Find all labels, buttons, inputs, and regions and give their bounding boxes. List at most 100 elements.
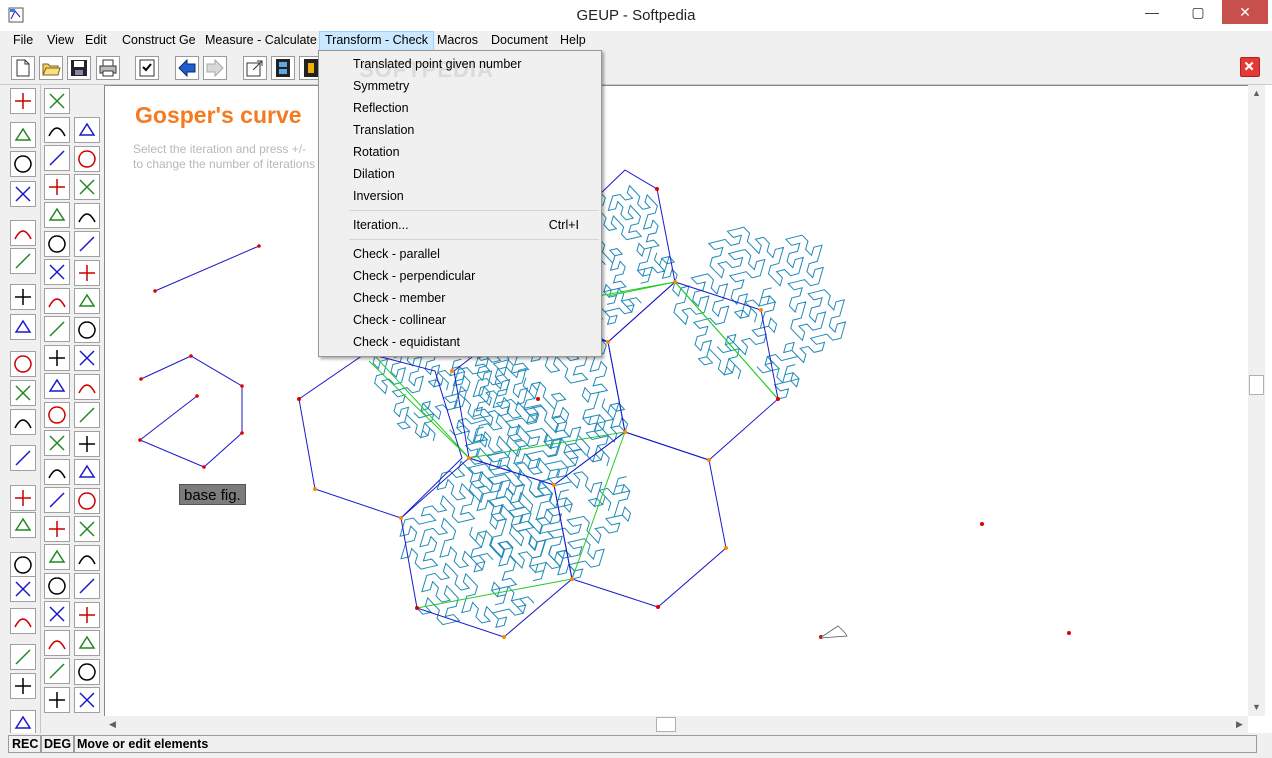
tool-dim-line-button[interactable] [44, 202, 70, 228]
tool-bisector-button[interactable] [74, 117, 100, 143]
tool-ratio-button[interactable] [44, 430, 70, 456]
menu-item-iteration[interactable]: Iteration... [353, 218, 409, 232]
tool-regpoly-button[interactable] [44, 117, 70, 143]
tool-fill-button[interactable] [10, 644, 36, 670]
back-button[interactable] [175, 56, 199, 80]
tool-style-line-button[interactable] [44, 145, 70, 171]
tool-graph-button[interactable] [74, 687, 100, 713]
print-button[interactable] [96, 56, 120, 80]
tool-text-button[interactable] [44, 402, 70, 428]
tool-graph-button[interactable] [10, 314, 36, 340]
tool-image-button[interactable] [74, 231, 100, 257]
tool-dilation-button[interactable] [44, 259, 70, 285]
tool-ray-button[interactable] [10, 608, 36, 634]
tool-fraction-button[interactable] [44, 516, 70, 542]
scroll-up-icon[interactable]: ▲ [1248, 85, 1265, 102]
tool-lightbulb-button[interactable] [74, 488, 100, 514]
menu-document[interactable]: Document [486, 31, 553, 51]
tool-triangle-button[interactable] [44, 487, 70, 513]
tool-zoom-button[interactable] [10, 181, 36, 207]
tool-locus-button[interactable] [74, 260, 100, 286]
menu-file[interactable]: File [8, 31, 38, 51]
tool-vector-button[interactable] [44, 630, 70, 656]
tool-pointer-button[interactable] [10, 122, 36, 148]
animation-button[interactable] [271, 56, 295, 80]
new-file-button[interactable] [11, 56, 35, 80]
menu-view[interactable]: View [42, 31, 79, 51]
tool-network-button[interactable] [74, 630, 100, 656]
tool-lightbulb-button[interactable] [10, 88, 36, 114]
horizontal-scrollbar[interactable]: ◀ ▶ [104, 716, 1248, 733]
tool-table-button[interactable] [74, 146, 100, 172]
save-button[interactable] [67, 56, 91, 80]
tool-angle-button[interactable] [44, 601, 70, 627]
menu-help[interactable]: Help [555, 31, 591, 51]
tool-color-button[interactable] [10, 552, 36, 578]
tool-grid-tool-button[interactable] [74, 459, 100, 485]
tool-tangent-button[interactable] [44, 459, 70, 485]
scroll-left-icon[interactable]: ◀ [104, 716, 121, 733]
tool-circle-tool-button[interactable] [44, 88, 70, 114]
menu-item-check-equidistant[interactable]: Check - equidistant [353, 335, 460, 349]
tool-perpendicular-button[interactable] [44, 174, 70, 200]
menu-item-check-parallel[interactable]: Check - parallel [353, 247, 440, 261]
base-figure-label[interactable]: base fig. [179, 484, 246, 505]
tool-measure-button[interactable] [74, 374, 100, 400]
tool-line-style-button[interactable] [44, 231, 70, 257]
tool-line-tool-button[interactable] [10, 284, 36, 310]
export-button[interactable] [243, 56, 267, 80]
minimize-button[interactable]: — [1132, 0, 1172, 24]
tool-segment-button[interactable] [10, 151, 36, 177]
menu-item-check-collinear[interactable]: Check - collinear [353, 313, 446, 327]
checklist-button[interactable] [135, 56, 159, 80]
tool-turn-button[interactable] [44, 345, 70, 371]
tool-parallel-button[interactable] [10, 220, 36, 246]
tool-circle-point-button[interactable] [74, 431, 100, 457]
tool-dots-button[interactable] [74, 288, 100, 314]
tool-dashed-button[interactable] [44, 687, 70, 713]
horizontal-scroll-thumb[interactable] [656, 717, 676, 732]
menu-item-translation[interactable]: Translation [353, 123, 414, 137]
tool-parallel-button[interactable] [74, 602, 100, 628]
tool-arc-button[interactable] [10, 512, 36, 538]
scroll-down-icon[interactable]: ▼ [1248, 699, 1265, 716]
menu-item-symmetry[interactable]: Symmetry [353, 79, 409, 93]
tool-pointer-button[interactable] [74, 516, 100, 542]
scroll-right-icon[interactable]: ▶ [1231, 716, 1248, 733]
tool-pen-button[interactable] [74, 317, 100, 343]
forward-button[interactable] [203, 56, 227, 80]
maximize-button[interactable]: ▢ [1178, 0, 1218, 24]
menu-edit[interactable]: Edit [80, 31, 112, 51]
tool-angle-mark-button[interactable] [44, 316, 70, 342]
close-doc-button[interactable] [1240, 57, 1260, 77]
vertical-scroll-thumb[interactable] [1249, 375, 1264, 395]
menu-measure-calculate[interactable]: Measure - Calculate [200, 31, 322, 51]
tool-arrow-tool-button[interactable] [74, 345, 100, 371]
tool-symmetry-button[interactable] [44, 288, 70, 314]
tool-zoom-button[interactable] [74, 573, 100, 599]
tool-cursor-tool-button[interactable] [74, 203, 100, 229]
tool-magic-button[interactable] [10, 445, 36, 471]
menu-item-check-perpendicular[interactable]: Check - perpendicular [353, 269, 475, 283]
tool-plot-button[interactable] [10, 673, 36, 699]
tool-function-button[interactable] [10, 576, 36, 602]
menu-construct[interactable]: Construct Ge [117, 31, 201, 51]
menu-item-rotation[interactable]: Rotation [353, 145, 400, 159]
menu-macros[interactable]: Macros [432, 31, 483, 51]
tool-line-tool-button[interactable] [74, 659, 100, 685]
tool-copy-button[interactable] [44, 573, 70, 599]
menu-item-dilation[interactable]: Dilation [353, 167, 395, 181]
tool-calculator-button[interactable] [10, 380, 36, 406]
menu-item-translated-point[interactable]: Translated point given number [353, 57, 521, 71]
tool-delete-button[interactable] [10, 351, 36, 377]
menu-transform-check[interactable]: Transform - Check [319, 31, 435, 51]
tool-label-button[interactable] [44, 658, 70, 684]
tool-network-button[interactable] [10, 248, 36, 274]
tool-cross-button[interactable] [74, 174, 100, 200]
tool-color-grid-button[interactable] [74, 402, 100, 428]
drawing-canvas[interactable]: Gosper's curve Select the iteration and … [104, 85, 1248, 716]
tool-param-button[interactable] [10, 485, 36, 511]
tool-dot-button[interactable] [10, 409, 36, 435]
vertical-scrollbar[interactable]: ▲ ▼ [1248, 85, 1265, 716]
open-button[interactable] [39, 56, 63, 80]
